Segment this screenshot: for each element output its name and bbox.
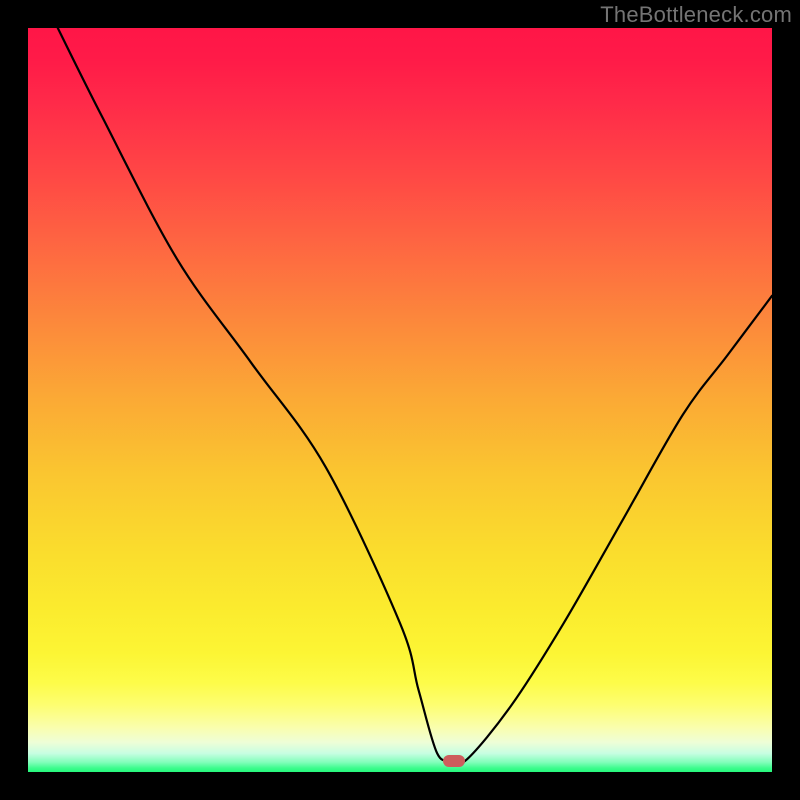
bottleneck-curve — [28, 28, 772, 772]
optimal-marker — [443, 755, 465, 767]
chart-plot-area — [28, 28, 772, 772]
watermark-text: TheBottleneck.com — [600, 2, 792, 28]
